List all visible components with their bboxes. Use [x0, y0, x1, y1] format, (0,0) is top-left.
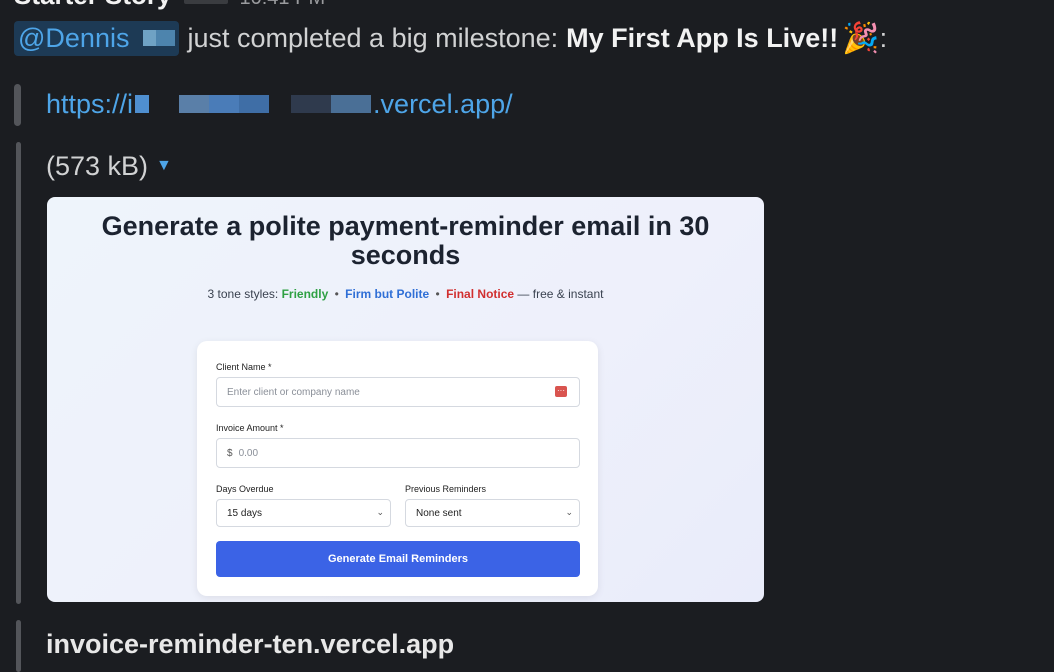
amount-placeholder: 0.00 [238, 447, 259, 459]
reminders-value: None sent [416, 507, 462, 519]
sender-name[interactable]: Starter Story [14, 0, 172, 11]
redacted-name-pixels [143, 30, 176, 46]
days-overdue-label: Days Overdue [216, 484, 274, 494]
bullet-dot: • [435, 287, 440, 301]
client-name-label: Client Name * [216, 362, 272, 372]
form-card: Client Name * Enter client or company na… [197, 341, 598, 596]
message-time[interactable]: 10:41 PM [240, 0, 326, 10]
party-popper-icon: 🎉 [842, 21, 880, 55]
dollar-sign: $ [227, 447, 233, 459]
chevron-down-icon: ⌄ [376, 507, 384, 517]
redacted-block [183, 0, 228, 4]
client-name-input[interactable]: Enter client or company name ··· [216, 377, 580, 407]
message-trailing: : [879, 22, 888, 53]
slack-message-view: Starter Story 10:41 PM @Dennis just comp… [0, 0, 1054, 672]
chevron-down-icon: ⌄ [565, 507, 573, 517]
generate-button[interactable]: Generate Email Reminders [216, 541, 580, 577]
mention-name: @Dennis [18, 22, 130, 53]
message-bold: My First App Is Live!! [566, 22, 839, 53]
redacted-url-pixels [135, 95, 372, 113]
bullet-dot: • [334, 287, 339, 301]
attachment-link[interactable]: https://i .vercel.app/ [46, 84, 513, 124]
chevron-down-icon[interactable]: ▼ [156, 157, 172, 175]
preview-title: Generate a polite payment-reminder email… [101, 211, 710, 270]
attachment-bar [14, 84, 21, 126]
url-suffix: .vercel.app/ [373, 88, 513, 119]
previous-reminders-label: Previous Reminders [405, 484, 487, 494]
file-size: (573 kB) ▼ [46, 146, 172, 186]
message-body: just completed a big milestone: [187, 22, 559, 53]
unfurl-domain[interactable]: invoice-reminder-ten.vercel.app [46, 624, 454, 664]
subtitle-suffix: — free & instant [517, 287, 604, 301]
autofill-icon[interactable]: ··· [555, 386, 567, 397]
file-size-text: (573 kB) [46, 150, 149, 181]
message-text: @Dennis just completed a big milestone: … [14, 18, 887, 58]
preview-bar [16, 142, 21, 604]
invoice-amount-label: Invoice Amount * [216, 423, 284, 433]
message-header: Starter Story 10:41 PM [14, 0, 325, 10]
days-overdue-select[interactable]: 15 days ⌄ [216, 499, 391, 527]
unfurl-bar [16, 620, 21, 672]
tone-firm: Firm but Polite [345, 287, 430, 301]
days-value: 15 days [227, 507, 263, 519]
user-mention[interactable]: @Dennis [14, 20, 180, 56]
tone-friendly: Friendly [281, 287, 329, 301]
tone-final: Final Notice [446, 287, 515, 301]
preview-subtitle: 3 tone styles: Friendly • Firm but Polit… [47, 287, 764, 301]
link-preview-image[interactable]: Generate a polite payment-reminder email… [47, 197, 764, 602]
previous-reminders-select[interactable]: None sent ⌄ [405, 499, 580, 527]
url-prefix: https://i [46, 88, 134, 119]
subtitle-prefix: 3 tone styles: [207, 287, 279, 301]
invoice-amount-input[interactable]: $ 0.00 [216, 438, 580, 468]
client-placeholder: Enter client or company name [227, 386, 360, 398]
